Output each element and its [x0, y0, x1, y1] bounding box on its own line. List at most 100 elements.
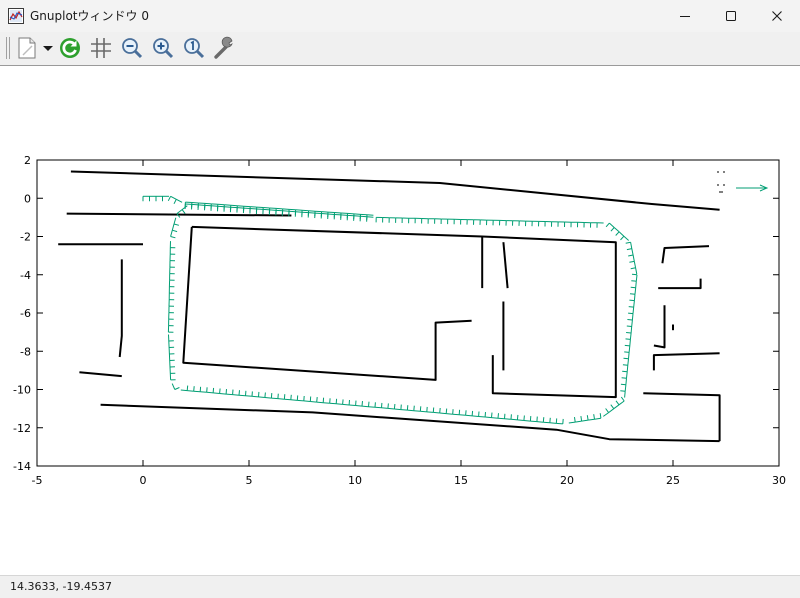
- trajectory-arrow-head: [627, 249, 632, 250]
- trajectory-arrow-head: [629, 261, 634, 262]
- trajectory-arrow-shaft: [466, 415, 473, 416]
- trajectory-arrow-head: [524, 416, 525, 421]
- trajectory-arrow-head: [629, 300, 634, 301]
- trajectory-arrow-shaft: [213, 393, 220, 394]
- trajectory-arrow-shaft: [629, 346, 630, 353]
- trajectory-arrow-head: [174, 199, 176, 204]
- x-tick-label: 15: [454, 474, 468, 487]
- grid-icon: [89, 36, 113, 60]
- trajectory-arrow-shaft: [492, 418, 499, 419]
- trajectory-arrow-shaft: [310, 402, 316, 403]
- trajectory-arrow-shaft: [636, 281, 637, 288]
- trajectory-arrow-shaft: [177, 210, 182, 214]
- trajectory-arrow-head: [631, 287, 636, 288]
- trajectory-arrow-head: [414, 406, 415, 411]
- y-tick-label: -12: [13, 422, 31, 435]
- trajectory-arrow-shaft: [530, 421, 537, 422]
- grid-toggle-button[interactable]: [88, 35, 114, 61]
- trajectory-arrow-shaft: [511, 419, 517, 420]
- close-button[interactable]: [754, 0, 800, 32]
- trajectory-arrow-shaft: [296, 210, 303, 211]
- trajectory-arrow-shaft: [270, 210, 277, 211]
- plot-area[interactable]: -5051015202530 20-2-4-6-8-10-12-14: [0, 66, 800, 575]
- options-wrench-icon: [213, 36, 237, 60]
- trajectory-arrow-shaft: [636, 268, 637, 274]
- trajectory-arrow-shaft: [304, 401, 311, 402]
- trajectory-arrow-shaft: [459, 415, 465, 416]
- trajectory-arrow-shaft: [356, 406, 362, 407]
- trajectory-arrow-head: [174, 224, 179, 225]
- trajectory-arrow-shaft: [211, 206, 218, 207]
- trajectory-arrow-head: [466, 410, 467, 415]
- trajectory-arrow-shaft: [628, 359, 629, 366]
- trajectory-arrow-shaft: [505, 419, 512, 420]
- trajectory-arrow-head: [611, 228, 614, 232]
- trajectory-arrow-shaft: [323, 403, 330, 404]
- copy-menu-dropdown[interactable]: [41, 35, 55, 61]
- trajectory-arrow-head: [624, 358, 629, 359]
- trajectory-arrow-head: [420, 406, 421, 411]
- trajectory-arrow-shaft: [595, 418, 601, 419]
- y-tick-label: 0: [24, 192, 31, 205]
- trajectory-arrow-shaft: [440, 413, 447, 414]
- minimize-button[interactable]: [662, 0, 708, 32]
- dropdown-arrow-icon: [42, 42, 54, 54]
- map-wall-segment: [643, 393, 719, 441]
- trajectory-arrow-shaft: [297, 400, 304, 401]
- trajectory-arrow-head: [492, 413, 493, 418]
- trajectory-arrow-shaft: [328, 214, 335, 215]
- trajectory-arrow-shaft: [276, 208, 283, 209]
- trajectory-arrow-shaft: [233, 395, 239, 396]
- trajectory-arrow-shaft: [582, 420, 589, 421]
- trajectory-arrow-head: [182, 210, 185, 214]
- trajectory-arrow-shaft: [237, 206, 244, 207]
- map-wall-segment: [662, 246, 709, 263]
- trajectory-arrow-shaft: [634, 294, 635, 300]
- trajectory-arrow-shaft: [200, 392, 207, 393]
- plot-canvas[interactable]: -5051015202530 20-2-4-6-8-10-12-14: [0, 66, 800, 575]
- trajectory-arrow-head: [587, 415, 588, 420]
- zoom-next-button[interactable]: [150, 35, 176, 61]
- trajectory-arrow-shaft: [631, 242, 632, 248]
- trajectory-arrow-head: [620, 391, 625, 392]
- trajectory-arrow-shaft: [631, 327, 632, 334]
- zoom-previous-button[interactable]: [119, 35, 145, 61]
- trajectory-arrow-head: [213, 388, 214, 393]
- replot-button[interactable]: [57, 35, 83, 61]
- trajectory-arrow-shaft: [239, 395, 246, 396]
- trajectory-arrow-head: [632, 274, 637, 275]
- trajectory-arrow-shaft: [401, 410, 408, 411]
- trajectory-arrow-head: [628, 255, 633, 256]
- trajectory-arrow-shaft: [629, 352, 630, 358]
- autoscale-button[interactable]: [181, 35, 207, 61]
- trajectory-arrow-head: [627, 320, 632, 321]
- trajectory-arrow-shaft: [343, 404, 350, 405]
- trajectory-arrow-head: [625, 345, 630, 346]
- trajectory-arrow-shaft: [627, 365, 628, 372]
- maximize-button[interactable]: [708, 0, 754, 32]
- map-wall-segment: [183, 227, 471, 380]
- x-tick-label: -5: [32, 474, 43, 487]
- trajectory-arrow-shaft: [369, 407, 376, 408]
- trajectory-arrow-shaft: [330, 403, 337, 404]
- copy-to-clipboard-button[interactable]: [14, 35, 40, 61]
- trajectory-arrow-shaft: [250, 209, 257, 210]
- trajectory-arrow-head: [594, 414, 595, 419]
- trajectory-arrow-shaft: [220, 394, 227, 395]
- trajectory-arrow-shaft: [569, 422, 575, 423]
- trajectory-arrow-shaft: [336, 404, 342, 405]
- options-button[interactable]: [212, 35, 238, 61]
- trajectory-arrow-head: [317, 397, 318, 402]
- map-wall-segment: [658, 279, 700, 289]
- trajectory-arrow-head: [543, 417, 544, 422]
- map-wall-segment: [654, 353, 720, 370]
- trajectory-arrow-shaft: [427, 412, 434, 413]
- trajectory-arrow-head: [575, 417, 576, 422]
- trajectory-arrow-shaft: [537, 422, 543, 423]
- trajectory-arrow-shaft: [291, 400, 298, 401]
- trajectory-arrow-shaft: [354, 216, 361, 217]
- trajectory-arrow-head: [239, 390, 240, 395]
- trajectory-arrow-shaft: [388, 408, 395, 409]
- trajectory-arrow-shaft: [284, 399, 290, 400]
- map-wall-segment: [71, 172, 720, 210]
